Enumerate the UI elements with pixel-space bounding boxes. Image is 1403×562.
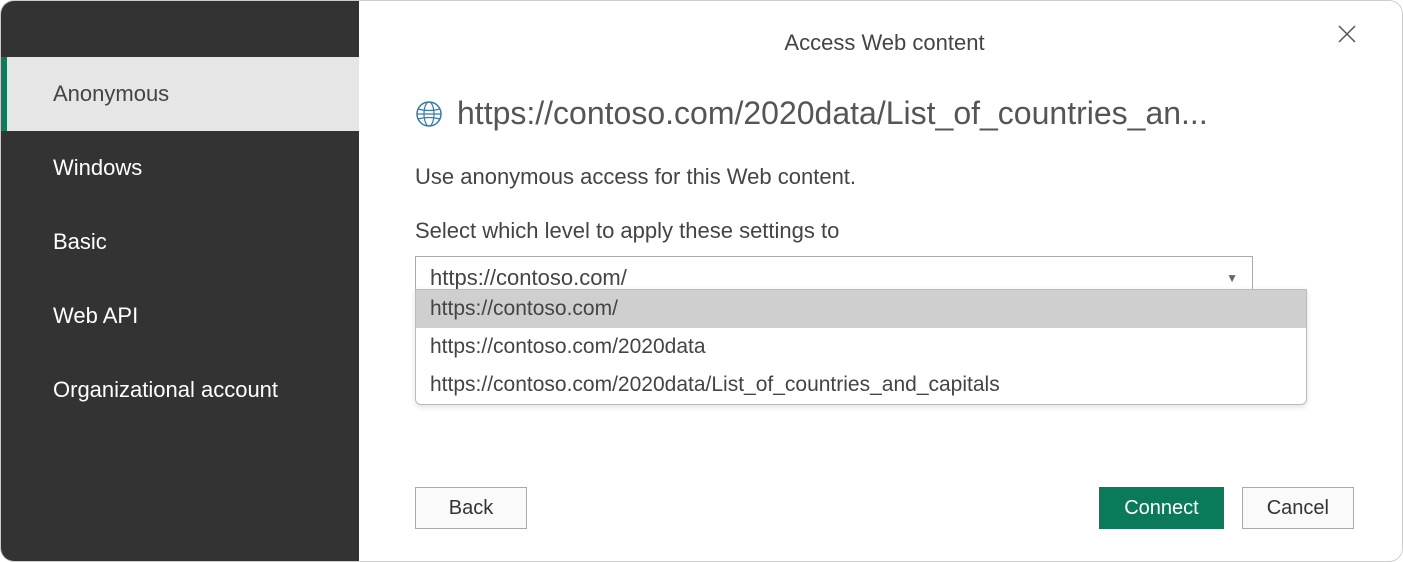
close-button[interactable]	[1330, 17, 1364, 51]
sidebar-item-label: Anonymous	[53, 81, 169, 107]
sidebar-item-label: Web API	[53, 303, 138, 329]
sidebar-item-web-api[interactable]: Web API	[1, 279, 359, 353]
url-row: https://contoso.com/2020data/List_of_cou…	[415, 95, 1354, 132]
level-select-label: Select which level to apply these settin…	[415, 218, 1354, 244]
sidebar-item-label: Basic	[53, 229, 107, 255]
level-option-label: https://contoso.com/	[430, 297, 618, 321]
auth-method-sidebar: Anonymous Windows Basic Web API Organiza…	[1, 1, 359, 561]
url-text: https://contoso.com/2020data/List_of_cou…	[457, 95, 1208, 132]
auth-description: Use anonymous access for this Web conten…	[415, 164, 1354, 190]
sidebar-item-windows[interactable]: Windows	[1, 131, 359, 205]
connect-button[interactable]: Connect	[1099, 487, 1224, 529]
main-panel: Access Web content	[359, 1, 1402, 561]
dialog-body: Anonymous Windows Basic Web API Organiza…	[1, 1, 1402, 561]
level-select-dropdown: https://contoso.com/ https://contoso.com…	[415, 289, 1307, 405]
back-button[interactable]: Back	[415, 487, 527, 529]
level-option[interactable]: https://contoso.com/2020data/List_of_cou…	[416, 366, 1306, 404]
level-option[interactable]: https://contoso.com/2020data	[416, 328, 1306, 366]
sidebar-item-label: Windows	[53, 155, 142, 181]
button-row: Back Connect Cancel	[415, 487, 1354, 529]
dialog-title: Access Web content	[784, 30, 984, 56]
chevron-down-icon: ▼	[1226, 271, 1238, 285]
title-row: Access Web content	[415, 23, 1354, 63]
close-icon	[1337, 24, 1357, 44]
globe-icon	[415, 100, 443, 128]
level-option-label: https://contoso.com/2020data/List_of_cou…	[430, 373, 1000, 397]
cancel-button[interactable]: Cancel	[1242, 487, 1354, 529]
sidebar-item-anonymous[interactable]: Anonymous	[1, 57, 359, 131]
sidebar-item-basic[interactable]: Basic	[1, 205, 359, 279]
level-select-value: https://contoso.com/	[430, 265, 627, 291]
access-web-content-dialog: Anonymous Windows Basic Web API Organiza…	[0, 0, 1403, 562]
sidebar-item-organizational-account[interactable]: Organizational account	[1, 353, 359, 427]
level-option[interactable]: https://contoso.com/	[416, 290, 1306, 328]
level-option-label: https://contoso.com/2020data	[430, 335, 706, 359]
sidebar-item-label: Organizational account	[53, 377, 278, 403]
